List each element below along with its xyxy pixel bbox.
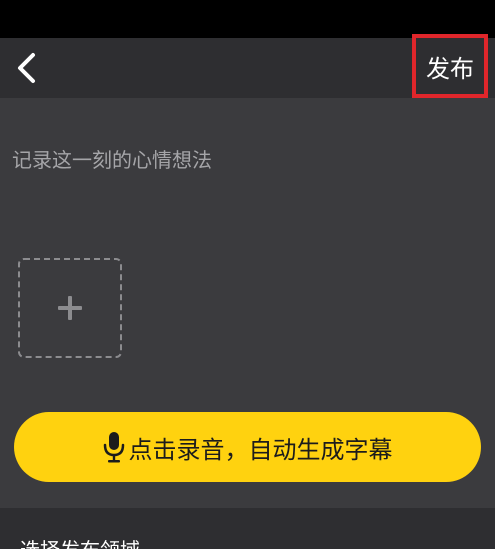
record-voice-button[interactable]: 点击录音，自动生成字幕 [14, 412, 481, 482]
select-field-section[interactable]: 选择发布领域 [0, 508, 495, 549]
nav-bar: 发布 [0, 34, 495, 98]
add-media-button[interactable] [18, 258, 122, 358]
chevron-left-icon [18, 53, 35, 83]
publish-button[interactable]: 发布 [412, 34, 488, 98]
record-voice-label: 点击录音，自动生成字幕 [128, 435, 393, 464]
back-button[interactable] [8, 48, 44, 88]
thought-input[interactable]: 记录这一刻的心情想法 [12, 144, 482, 176]
app-screen: 发布 记录这一刻的心情想法 点击录音，自动生成字幕 选择发布领域 [0, 0, 495, 549]
status-bar [0, 0, 495, 38]
plus-icon [58, 296, 82, 320]
select-field-title: 选择发布领域 [20, 536, 140, 549]
publish-button-label: 发布 [426, 54, 474, 83]
post-editor: 记录这一刻的心情想法 点击录音，自动生成字幕 [0, 98, 495, 508]
microphone-icon [103, 431, 125, 463]
